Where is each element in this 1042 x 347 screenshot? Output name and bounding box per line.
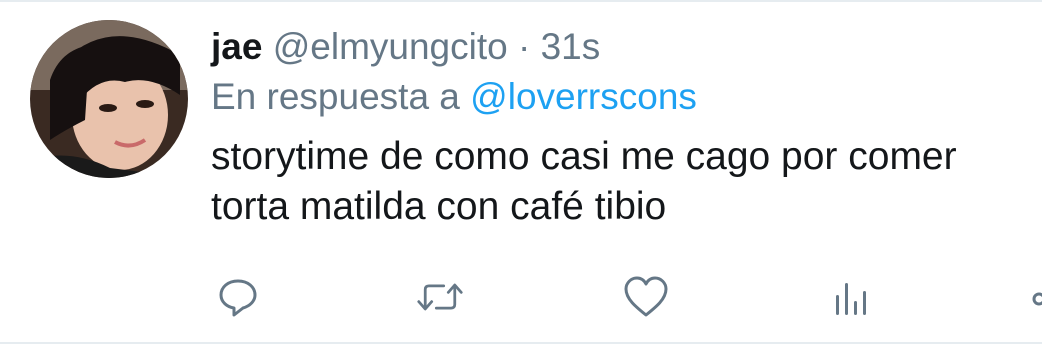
avatar-image [30,20,188,178]
like-button[interactable] [622,273,670,321]
heart-icon [624,276,668,317]
analytics-icon [836,283,866,315]
tweet-text-line: torta matilda con café tibio [211,185,667,228]
analytics-button[interactable] [826,273,874,321]
tweet-text: storytime de como casi me cago por comer… [211,132,1031,232]
separator-dot: · [518,26,531,67]
tweet-card[interactable]: jae @elmyungcito · 31s En respuesta a @l… [0,0,1042,347]
reply-button[interactable] [214,273,262,321]
reply-icon [219,279,257,317]
share-button[interactable] [1026,273,1042,321]
tweet-actions [0,273,1042,321]
tweet-text-line: storytime de como casi me cago por comer [211,135,957,178]
bottom-divider [0,342,1042,344]
reply-prefix: En respuesta a [211,76,460,117]
share-icon [1032,292,1042,306]
tweet-content: jae @elmyungcito · 31s En respuesta a @l… [211,22,1031,232]
reply-context: En respuesta a @loverrscons [211,72,1031,122]
tweet-header: jae @elmyungcito · 31s [211,22,1031,72]
timestamp[interactable]: 31s [541,26,601,67]
user-handle[interactable]: @elmyungcito [273,26,508,67]
display-name[interactable]: jae [211,26,262,67]
reply-mention-link[interactable]: @loverrscons [470,76,697,117]
avatar[interactable] [30,20,188,178]
retweet-button[interactable] [416,273,464,321]
retweet-icon [417,283,463,311]
